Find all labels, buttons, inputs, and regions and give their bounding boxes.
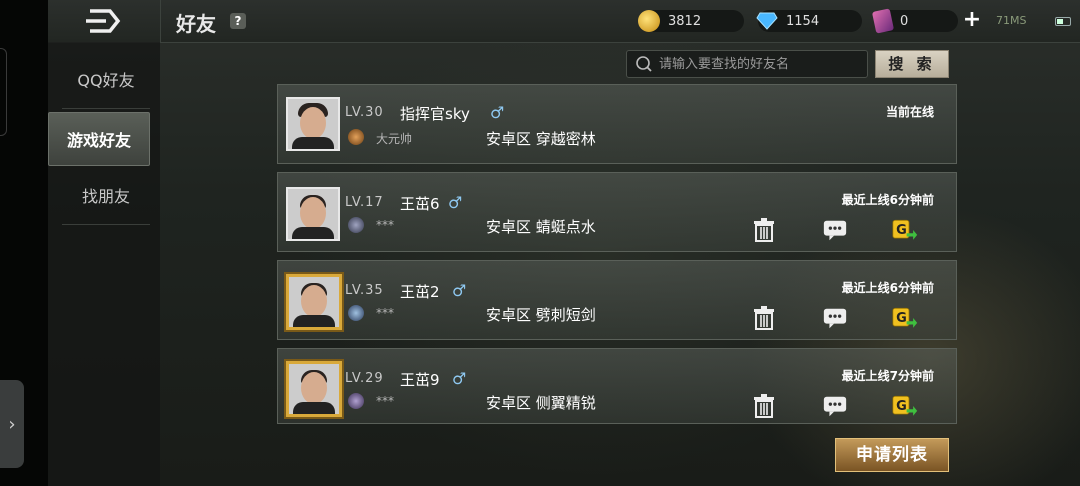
g-arrow-icon: G xyxy=(892,395,918,416)
delete-friend-button[interactable] xyxy=(751,305,777,331)
male-icon: ♂ xyxy=(490,103,505,122)
male-icon: ♂ xyxy=(448,193,463,212)
male-icon: ♂ xyxy=(452,281,467,300)
avatar[interactable] xyxy=(286,187,340,241)
friend-name: 王茁2 xyxy=(400,283,440,301)
friend-zone: 安卓区 蜻蜓点水 xyxy=(486,218,596,236)
back-arrow-icon xyxy=(86,9,121,33)
friend-level: LV.17 xyxy=(345,195,384,210)
chat-button[interactable] xyxy=(822,217,848,243)
card-value: 0 xyxy=(900,13,909,29)
chat-bubble-icon xyxy=(823,220,847,241)
side-nav: QQ好友 游戏好友 找朋友 xyxy=(48,42,160,486)
rank-icon xyxy=(348,393,364,409)
friend-rank: *** xyxy=(376,218,394,232)
chat-button[interactable] xyxy=(822,305,848,331)
trash-icon xyxy=(754,394,774,418)
rank-icon xyxy=(348,129,364,145)
battery-icon xyxy=(1055,17,1071,26)
gold-coin-icon xyxy=(638,10,660,32)
g-arrow-icon: G xyxy=(892,219,918,240)
nav-game-friends[interactable]: 游戏好友 xyxy=(48,112,150,166)
add-currency-button[interactable]: + xyxy=(962,9,982,31)
gift-button[interactable]: G xyxy=(892,393,918,419)
male-icon: ♂ xyxy=(452,369,467,388)
friend-name: 王茁9 xyxy=(400,371,440,389)
rank-icon xyxy=(348,305,364,321)
card-icon xyxy=(871,8,895,34)
friend-card[interactable]: LV.29 王茁9 ♂ *** 安卓区 侧翼精锐 最近上线7分钟前 G xyxy=(277,348,957,424)
delete-friend-button[interactable] xyxy=(751,393,777,419)
svg-text:G: G xyxy=(896,399,907,414)
svg-text:G: G xyxy=(896,311,907,326)
avatar[interactable] xyxy=(286,97,340,151)
friend-level: LV.29 xyxy=(345,371,384,386)
nav-qq-friends[interactable]: QQ好友 xyxy=(62,50,150,109)
nav-find-friends[interactable]: 找朋友 xyxy=(62,166,150,225)
diamond-counter: 1154 xyxy=(756,10,862,32)
chevron-right-icon: › xyxy=(8,413,16,435)
friend-zone: 安卓区 侧翼精锐 xyxy=(486,394,596,412)
gold-counter: 3812 xyxy=(638,10,744,32)
chat-button[interactable] xyxy=(822,393,848,419)
friend-name: 指挥官sky xyxy=(400,105,470,123)
search-box xyxy=(626,50,868,78)
friend-zone: 安卓区 劈刺短剑 xyxy=(486,306,596,324)
edge-tab[interactable] xyxy=(0,48,7,136)
gold-value: 3812 xyxy=(668,13,702,29)
avatar[interactable] xyxy=(286,361,342,417)
last-online-status: 最近上线7分钟前 xyxy=(841,369,934,383)
help-icon[interactable]: ? xyxy=(230,13,246,29)
avatar[interactable] xyxy=(286,274,342,330)
card-counter: 0 xyxy=(871,8,958,34)
friend-card[interactable]: LV.35 王茁2 ♂ *** 安卓区 劈刺短剑 最近上线6分钟前 G xyxy=(277,260,957,340)
g-arrow-icon: G xyxy=(892,307,918,328)
apply-list-button[interactable]: 申请列表 xyxy=(835,438,949,472)
friend-card[interactable]: LV.30 指挥官sky ♂ 大元帅 安卓区 穿越密林 当前在线 xyxy=(277,84,957,164)
last-online-status: 最近上线6分钟前 xyxy=(841,281,934,295)
back-button[interactable] xyxy=(48,0,161,42)
chat-bubble-icon xyxy=(823,396,847,417)
friend-rank: *** xyxy=(376,394,394,408)
friend-name: 王茁6 xyxy=(400,195,440,213)
friend-level: LV.35 xyxy=(345,283,384,298)
chat-bubble-icon xyxy=(823,308,847,329)
rank-icon xyxy=(348,217,364,233)
gift-button[interactable]: G xyxy=(892,217,918,243)
friend-rank: *** xyxy=(376,306,394,320)
game-screen: › 好友 ? 3812 1154 0 + 71MS QQ好友 游戏好友 找朋友 xyxy=(0,0,1080,486)
friend-card[interactable]: LV.17 王茁6 ♂ *** 安卓区 蜻蜓点水 最近上线6分钟前 G xyxy=(277,172,957,252)
last-online-status: 最近上线6分钟前 xyxy=(841,193,934,207)
search-input[interactable] xyxy=(657,55,861,73)
ping-readout: 71MS xyxy=(996,14,1027,27)
online-status: 当前在线 xyxy=(885,105,934,119)
gift-button[interactable]: G xyxy=(892,305,918,331)
delete-friend-button[interactable] xyxy=(751,217,777,243)
trash-icon xyxy=(754,218,774,242)
search-button[interactable]: 搜 索 xyxy=(875,50,949,78)
friend-rank: 大元帅 xyxy=(376,132,413,146)
diamond-icon xyxy=(756,10,778,32)
friend-zone: 安卓区 穿越密林 xyxy=(486,130,596,148)
page-title: 好友 xyxy=(176,12,216,36)
search-icon xyxy=(636,56,652,72)
trash-icon xyxy=(754,306,774,330)
edge-handle[interactable]: › xyxy=(0,380,24,468)
svg-text:G: G xyxy=(896,223,907,238)
friend-level: LV.30 xyxy=(345,105,384,120)
diamond-value: 1154 xyxy=(786,13,820,29)
